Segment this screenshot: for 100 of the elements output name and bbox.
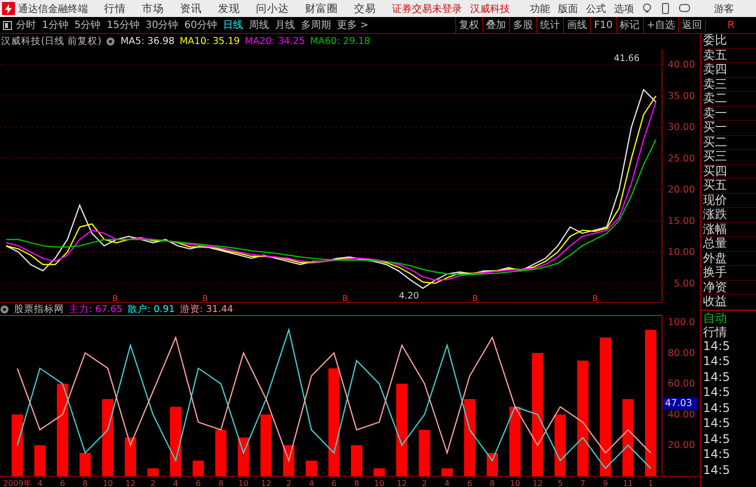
y-tick-label: 15.00: [668, 216, 695, 227]
bar: [554, 414, 566, 476]
y-tick-label: 5.00: [674, 278, 695, 290]
menu-item[interactable]: 版面: [558, 2, 578, 16]
message-icon[interactable]: [679, 4, 690, 13]
menu-item[interactable]: 公式: [586, 2, 606, 16]
period-tab[interactable]: 1分钟: [42, 18, 68, 32]
period-tab[interactable]: 30分钟: [145, 18, 178, 32]
x-tick-label: 2: [286, 479, 292, 487]
toolbar-button[interactable]: 标记: [616, 17, 643, 33]
quote-label: 外盘: [701, 252, 756, 266]
period-tab[interactable]: 60分钟: [184, 18, 217, 32]
x-tick-label: 4: [37, 479, 42, 487]
trade-time: 14:5: [702, 354, 731, 370]
x-tick-label: 8: [218, 479, 224, 487]
toolbar-button[interactable]: F10: [590, 17, 616, 33]
x-tick-label: 12: [125, 479, 136, 487]
x-tick-label: 4: [173, 479, 178, 487]
period-tab[interactable]: 15分钟: [106, 18, 140, 32]
toolbar-button[interactable]: 复权: [455, 17, 482, 33]
x-tick-label: 12: [261, 479, 272, 487]
app-title: 通达信金融终端: [18, 2, 88, 16]
x-tick-label: 7: [580, 479, 586, 487]
quote-label: 卖二: [701, 92, 756, 106]
menu-item[interactable]: 选项: [614, 2, 634, 16]
buy-signal-marker: B: [202, 294, 208, 302]
indicator-legend-item: 游资: 31.44: [180, 302, 234, 316]
x-tick-label: 12: [396, 479, 407, 487]
x-tick-label: 11: [622, 479, 634, 487]
period-tab[interactable]: 多周期: [300, 18, 331, 32]
x-tick-label: 8: [490, 479, 495, 487]
current-value-tag: 47.03: [663, 398, 698, 410]
x-tick-label: 6: [331, 479, 337, 487]
toolbar-button[interactable]: 统计: [536, 17, 564, 33]
menu-item[interactable]: 问小达: [256, 2, 289, 16]
panel-toggle-icon[interactable]: [3, 20, 12, 30]
quote-label: 委比: [701, 34, 756, 48]
side-tab[interactable]: 自动: [701, 310, 756, 324]
x-tick-label: 10: [510, 479, 520, 487]
quote-label: 换手: [701, 266, 756, 280]
bar: [147, 468, 159, 476]
side-tab[interactable]: 行情: [701, 324, 756, 338]
bar: [374, 468, 385, 476]
x-tick-label: 2: [150, 479, 156, 487]
period-tab[interactable]: 日线: [222, 18, 243, 32]
toolbar-button[interactable]: 画线: [563, 17, 590, 33]
indicator-legend-item: 主力: 67.65: [69, 302, 122, 316]
y-tick-label: 20.00: [668, 440, 695, 452]
price-annotation: 4.20: [398, 291, 419, 302]
menu-item[interactable]: 交易: [354, 2, 376, 16]
bar: [260, 414, 272, 476]
quote-label: 涨跌: [701, 208, 756, 222]
bar: [215, 430, 227, 476]
bulb-icon[interactable]: [642, 3, 652, 14]
quote-label: 总量: [701, 237, 756, 252]
user-label[interactable]: 游客: [714, 2, 734, 16]
menu-item[interactable]: 资讯: [180, 2, 202, 16]
trade-time: 14:5: [702, 462, 731, 478]
quote-label: 买三: [701, 150, 756, 164]
trade-time: 14:5: [702, 432, 731, 447]
indicator-legend-item: 散户: 0.91: [127, 302, 175, 316]
period-tab[interactable]: 周线: [248, 18, 269, 32]
menu-item[interactable]: 发现: [218, 2, 240, 16]
period-tab[interactable]: 月线: [274, 18, 295, 32]
toolbar-button[interactable]: 多股: [509, 17, 536, 33]
menu-item[interactable]: 市场: [142, 2, 164, 16]
logo-icon: [2, 2, 15, 15]
x-tick-label: 10: [374, 479, 384, 487]
period-tab[interactable]: 5分钟: [74, 18, 101, 32]
x-tick-label: 4: [444, 479, 450, 487]
bar: [170, 406, 182, 476]
menu-item[interactable]: 功能: [530, 2, 550, 16]
corner-label[interactable]: R: [705, 20, 756, 30]
bar: [509, 406, 521, 476]
toolbar-button[interactable]: 返回: [678, 17, 705, 33]
stock-name[interactable]: 汉威科技: [470, 2, 510, 16]
bar: [418, 430, 430, 476]
toolbar-button[interactable]: +自选: [642, 17, 678, 33]
ma-legend-item: MA5: 36.98: [120, 36, 175, 47]
bar: [238, 438, 250, 476]
quote-label: 现价: [701, 194, 756, 208]
y-tick-label: 40.00: [668, 60, 695, 71]
period-tab[interactable]: 更多 >: [336, 18, 369, 32]
quote-label: 收益: [701, 295, 756, 310]
bar: [350, 445, 362, 476]
trade-time: 14:5: [702, 447, 731, 462]
toolbar-button[interactable]: 叠加: [482, 17, 510, 33]
menu-item[interactable]: 财富圈: [305, 2, 338, 16]
y-tick-label: 40.00: [668, 409, 695, 420]
buy-signal-marker: B: [592, 294, 598, 302]
login-notice[interactable]: 证券交易未登录: [392, 2, 462, 16]
quote-label: 买一: [701, 121, 756, 136]
trade-time: 14:5: [702, 370, 731, 385]
trade-time: 14:5: [702, 416, 731, 432]
menu-item[interactable]: 行情: [104, 2, 126, 16]
x-tick-label: 5: [558, 479, 563, 487]
period-tab[interactable]: 分时: [16, 18, 36, 32]
phone-icon[interactable]: [662, 3, 669, 14]
y-tick-label: 35.00: [668, 90, 695, 102]
quote-label: 净资: [701, 280, 756, 295]
